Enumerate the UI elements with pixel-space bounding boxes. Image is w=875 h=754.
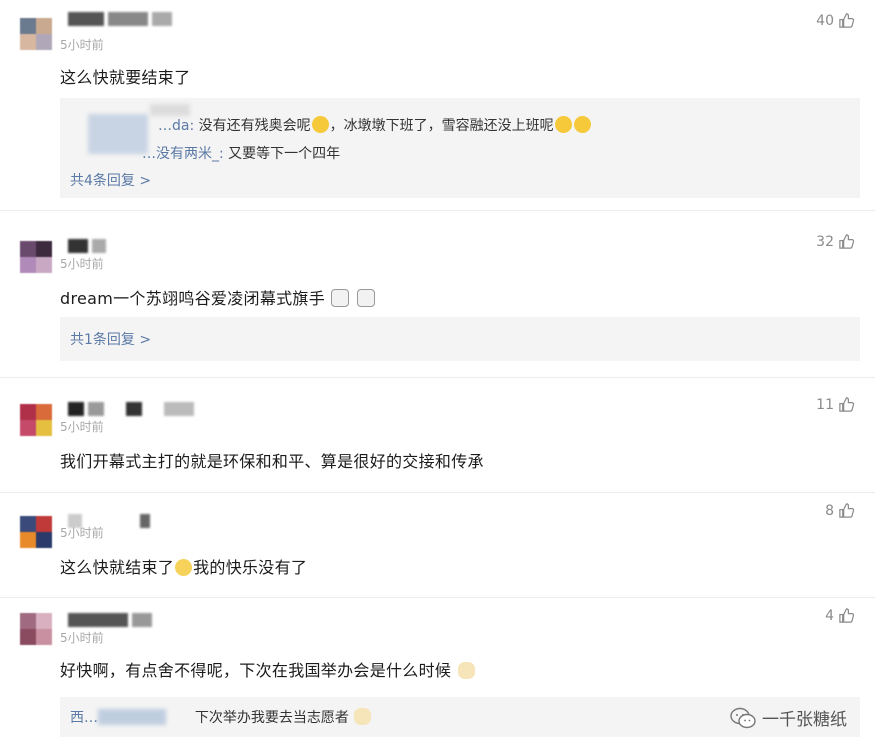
like-button[interactable]: 8 [825, 502, 855, 519]
laughing-tears-emoji-icon [573, 116, 591, 133]
laughing-tears-emoji-icon [311, 116, 329, 133]
thumbs-up-icon [839, 234, 855, 249]
avatar[interactable] [20, 241, 52, 273]
wechat-icon [730, 707, 756, 728]
comment-time: 5小时前 [60, 420, 104, 434]
thumbs-up-icon [839, 397, 855, 412]
comment-time: 5小时前 [60, 257, 104, 271]
comment-time: 5小时前 [60, 526, 104, 540]
divider [0, 377, 875, 378]
comment-text: 这么快就要结束了 [60, 68, 191, 87]
comment-time: 5小时前 [60, 38, 104, 52]
avatar[interactable] [20, 404, 52, 436]
watermark: 一千张糖纸 [730, 705, 847, 730]
thumbs-up-icon [839, 503, 855, 518]
reply-box: …da: 没有还有残奥会呢 ，冰墩墩下班了，雪容融还没上班呢 …没有两米_: 又要… [60, 98, 860, 198]
comment-text: 好快啊，有点舍不得呢，下次在我国举办会是什么时候 [60, 657, 476, 681]
like-button[interactable]: 11 [816, 396, 855, 413]
laughing-tears-emoji-icon [554, 116, 572, 133]
like-button[interactable]: 4 [825, 607, 855, 624]
reply-text: 下次举办我要去当志愿者 [194, 710, 349, 726]
comment-text-content: dream一个苏翊鸣谷爱凌闭幕式旗手 [60, 289, 326, 308]
comment-text: 这么快就结束了 我的快乐没有了 [60, 554, 307, 578]
comment-time: 5小时前 [60, 631, 104, 645]
reply-text-2: ，冰墩墩下班了，雪容融还没上班呢 [329, 118, 554, 134]
sad-face-emoji-icon [175, 559, 193, 576]
watermark-text: 一千张糖纸 [762, 710, 847, 730]
comment-3: 5小时前 11 我们开幕式主打的就是环保和和平、算是很好的交接和传承 [0, 390, 875, 490]
divider [0, 210, 875, 211]
panda-emoji-icon [356, 289, 375, 307]
comment-4: 5小时前 8 这么快就结束了 我的快乐没有了 [0, 500, 875, 595]
thumbs-up-icon [839, 13, 855, 28]
reply-text: 又要等下一个四年 [228, 146, 341, 162]
reply-2: …没有两米_: 又要等下一个四年 [142, 143, 340, 163]
username-blurred[interactable] [68, 613, 152, 627]
like-count: 4 [825, 607, 834, 624]
username-blurred[interactable] [68, 12, 172, 26]
reply-1: …da: 没有还有残奥会呢 ，冰墩墩下班了，雪容融还没上班呢 [158, 115, 592, 135]
comment-text-content-2: 我的快乐没有了 [193, 558, 308, 577]
view-more-replies[interactable]: 共4条回复 > [70, 170, 151, 190]
username-blurred[interactable] [68, 402, 194, 416]
comment-1: 5小时前 40 这么快就要结束了 …da: 没有还有残奥会呢 ，冰墩墩下班了，雪容… [0, 0, 875, 205]
like-button[interactable]: 32 [816, 233, 855, 250]
divider [0, 492, 875, 493]
like-count: 40 [816, 12, 834, 29]
reply-author[interactable]: …没有两米_: [142, 146, 224, 162]
cat-emoji-icon [457, 662, 475, 679]
view-more-replies[interactable]: 共1条回复 > [70, 329, 151, 349]
avatar[interactable] [20, 18, 52, 50]
comment-text-content: 这么快就结束了 [60, 558, 175, 577]
thumbs-up-icon [839, 608, 855, 623]
comment-text: dream一个苏翊鸣谷爱凌闭幕式旗手 [60, 285, 376, 309]
comment-2: 5小时前 32 dream一个苏翊鸣谷爱凌闭幕式旗手 共1条回复 > [0, 225, 875, 375]
avatar[interactable] [20, 516, 52, 548]
like-count: 32 [816, 233, 834, 250]
reply-1: 西… 下次举办我要去当志愿者 [70, 707, 372, 727]
reply-text: 没有还有残奥会呢 [198, 118, 311, 134]
cat-emoji-icon [354, 708, 372, 725]
comment-5: 5小时前 4 好快啊，有点舍不得呢，下次在我国举办会是什么时候 西… 下次举办我… [0, 605, 875, 754]
reply-author[interactable]: 西… [70, 710, 98, 726]
like-count: 11 [816, 396, 834, 413]
reply-box: 共1条回复 > [60, 317, 860, 361]
avatar[interactable] [20, 613, 52, 645]
divider [0, 597, 875, 598]
like-button[interactable]: 40 [816, 12, 855, 29]
comment-text: 我们开幕式主打的就是环保和和平、算是很好的交接和传承 [60, 452, 484, 471]
reply-author[interactable]: …da: [158, 118, 194, 134]
comment-text-content: 好快啊，有点舍不得呢，下次在我国举办会是什么时候 [60, 661, 452, 680]
panda-emoji-icon [331, 289, 350, 307]
like-count: 8 [825, 502, 834, 519]
username-blurred[interactable] [68, 239, 106, 253]
